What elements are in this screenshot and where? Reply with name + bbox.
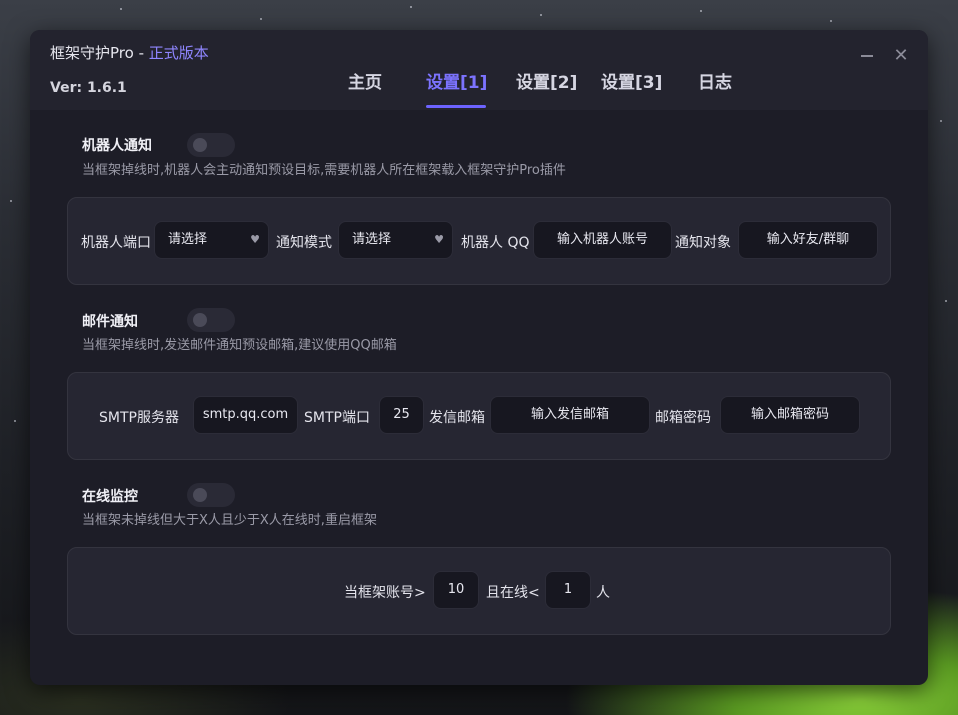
smtp-server-label: SMTP服务器	[99, 410, 179, 426]
online-monitor-title: 在线监控	[82, 489, 138, 505]
sender-mail-input[interactable]: 输入发信邮箱	[490, 396, 650, 434]
minimize-button[interactable]	[857, 46, 877, 66]
mail-notify-toggle[interactable]	[187, 308, 235, 332]
active-tab-indicator	[426, 105, 486, 108]
robot-port-label: 机器人端口	[81, 235, 151, 251]
toggle-knob	[193, 313, 207, 327]
tab-log[interactable]: 日志	[698, 68, 732, 93]
mail-notify-panel: SMTP服务器 smtp.qq.com SMTP端口 25 发信邮箱 输入发信邮…	[67, 372, 891, 460]
edition-label: 正式版本	[148, 44, 209, 62]
accounts-threshold-label: 当框架账号>	[344, 585, 426, 601]
online-monitor-toggle[interactable]	[187, 483, 235, 507]
online-threshold-input[interactable]: 1	[545, 571, 591, 609]
app-window: 框架守护Pro - 正式版本 Ver: 1.6.1 主页 设置[1] 设置[2]…	[30, 30, 928, 685]
sender-mail-label: 发信邮箱	[429, 410, 485, 426]
notify-mode-label: 通知模式	[276, 235, 332, 251]
app-title: 框架守护Pro - 正式版本	[50, 42, 209, 63]
robot-qq-input[interactable]: 输入机器人账号	[533, 221, 672, 259]
robot-port-select[interactable]: 请选择 ♥	[154, 221, 269, 259]
close-icon: ✕	[893, 45, 909, 66]
tab-settings-3[interactable]: 设置[3]	[601, 68, 662, 93]
robot-qq-label: 机器人 QQ	[461, 235, 530, 251]
robot-notify-panel: 机器人端口 请选择 ♥ 通知模式 请选择 ♥ 机器人 QQ 输入机器人账号 通知…	[67, 197, 891, 285]
tab-home[interactable]: 主页	[348, 68, 382, 93]
notify-mode-select[interactable]: 请选择 ♥	[338, 221, 453, 259]
online-monitor-description: 当框架未掉线但大于X人且少于X人在线时,重启框架	[82, 513, 377, 528]
online-monitor-panel: 当框架账号> 10 且在线< 1 人	[67, 547, 891, 635]
notify-target-input[interactable]: 输入好友/群聊	[738, 221, 878, 259]
title-bar: 框架守护Pro - 正式版本 Ver: 1.6.1 主页 设置[1] 设置[2]…	[30, 30, 928, 110]
chevron-down-icon: ♥	[434, 233, 444, 246]
smtp-port-input[interactable]: 25	[379, 396, 424, 434]
notify-target-label: 通知对象	[675, 235, 731, 251]
tab-settings-1[interactable]: 设置[1]	[426, 68, 487, 93]
smtp-port-label: SMTP端口	[304, 410, 370, 426]
toggle-knob	[193, 488, 207, 502]
toggle-knob	[193, 138, 207, 152]
tab-settings-2[interactable]: 设置[2]	[516, 68, 577, 93]
accounts-threshold-input[interactable]: 10	[433, 571, 479, 609]
robot-notify-toggle[interactable]	[187, 133, 235, 157]
version-label: Ver: 1.6.1	[50, 80, 127, 96]
mail-password-label: 邮箱密码	[655, 410, 711, 426]
online-threshold-label: 且在线<	[486, 585, 540, 601]
robot-notify-title: 机器人通知	[82, 138, 152, 154]
close-button[interactable]: ✕	[891, 46, 911, 66]
mail-password-input[interactable]: 输入邮箱密码	[720, 396, 860, 434]
app-name: 框架守护Pro	[50, 44, 134, 62]
minimize-icon	[861, 55, 873, 57]
smtp-server-input[interactable]: smtp.qq.com	[193, 396, 298, 434]
people-unit-label: 人	[596, 585, 610, 601]
chevron-down-icon: ♥	[250, 233, 260, 246]
notify-mode-value: 请选择	[352, 232, 392, 247]
title-separator: -	[133, 44, 149, 62]
robot-notify-description: 当框架掉线时,机器人会主动通知预设目标,需要机器人所在框架载入框架守护Pro插件	[82, 163, 566, 178]
mail-notify-description: 当框架掉线时,发送邮件通知预设邮箱,建议使用QQ邮箱	[82, 338, 397, 353]
mail-notify-title: 邮件通知	[82, 314, 138, 330]
robot-port-value: 请选择	[168, 232, 208, 247]
